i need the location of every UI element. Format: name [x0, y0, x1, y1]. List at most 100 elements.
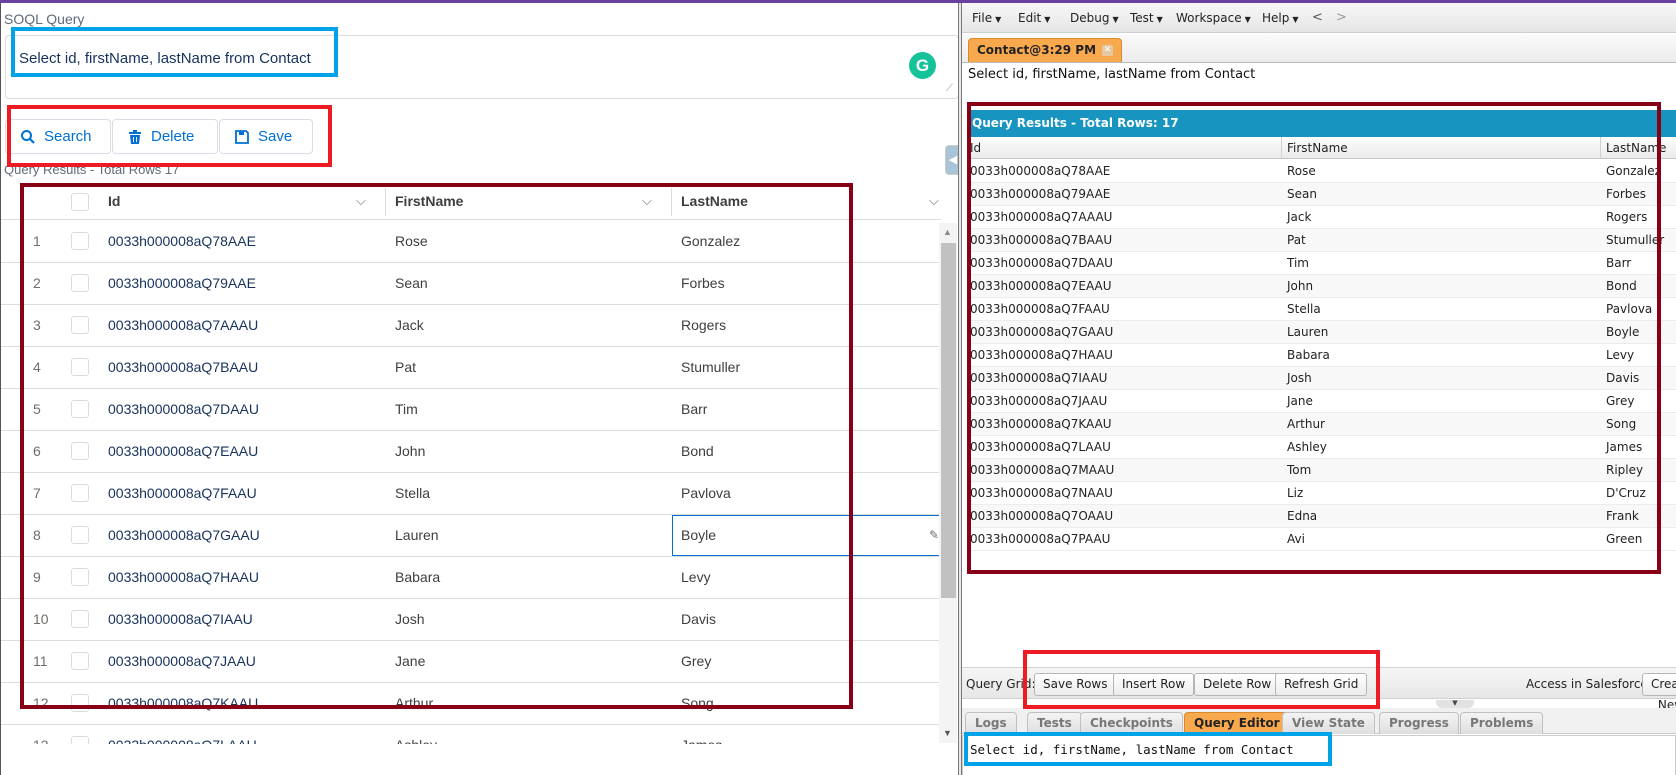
record-id-link[interactable]: 0033h000008aQ7EAAU	[108, 443, 258, 459]
menu-help[interactable]: Help ▼	[1262, 11, 1299, 25]
first-name-cell[interactable]: Ashley	[395, 737, 437, 744]
record-id-link[interactable]: 0033h000008aQ7AAAU	[108, 317, 258, 333]
nav-back-button[interactable]: <	[1312, 10, 1323, 25]
table-row[interactable]: 13 0033h000008aQ7LAAU Ashley James	[1, 725, 941, 744]
first-name-cell[interactable]: Ashley	[1287, 440, 1327, 454]
row-checkbox[interactable]	[71, 526, 89, 544]
row-checkbox[interactable]	[71, 442, 89, 460]
create-new-button[interactable]: Create New	[1642, 673, 1676, 712]
table-row[interactable]: 0033h000008aQ7NAAU Liz D'Cruz	[968, 482, 1676, 505]
chevron-down-icon[interactable]: ⌵	[642, 193, 652, 209]
first-name-cell[interactable]: Jack	[1287, 210, 1311, 224]
table-row[interactable]: 0033h000008aQ7IAAU Josh Davis	[968, 367, 1676, 390]
select-all-checkbox[interactable]	[71, 193, 89, 211]
resize-handle-icon[interactable]: ⟋	[946, 84, 956, 94]
table-row[interactable]: 0033h000008aQ7PAAU Avi Green	[968, 528, 1676, 551]
tab-query-editor[interactable]: Query Editor	[1184, 712, 1290, 734]
record-id-link[interactable]: 0033h000008aQ7FAAU	[108, 485, 257, 501]
row-checkbox[interactable]	[71, 610, 89, 628]
column-divider[interactable]	[1600, 137, 1601, 159]
first-name-cell[interactable]: Jane	[1287, 394, 1313, 408]
record-id-cell[interactable]: 0033h000008aQ7GAAU	[970, 325, 1113, 339]
first-name-cell[interactable]: Rose	[1287, 164, 1316, 178]
last-name-cell[interactable]: Stumuller	[681, 359, 740, 375]
first-name-cell[interactable]: Edna	[1287, 509, 1317, 523]
tab-checkpoints[interactable]: Checkpoints	[1080, 712, 1183, 734]
record-id-cell[interactable]: 0033h000008aQ79AAE	[970, 187, 1110, 201]
record-id-link[interactable]: 0033h000008aQ7JAAU	[108, 653, 256, 669]
chevron-down-icon[interactable]: ⌵	[356, 193, 366, 209]
record-id-cell[interactable]: 0033h000008aQ7BAAU	[970, 233, 1112, 247]
tab-logs[interactable]: Logs	[965, 712, 1017, 734]
record-id-link[interactable]: 0033h000008aQ7GAAU	[108, 527, 260, 543]
record-id-cell[interactable]: 0033h000008aQ7NAAU	[970, 486, 1113, 500]
nav-forward-button[interactable]: >	[1336, 10, 1347, 25]
refresh-grid-button[interactable]: Refresh Grid	[1275, 673, 1368, 696]
record-id-cell[interactable]: 0033h000008aQ7KAAU	[970, 417, 1112, 431]
first-name-cell[interactable]: Jane	[395, 653, 425, 669]
last-name-cell[interactable]: Grey	[681, 653, 711, 669]
first-name-cell[interactable]: Jack	[395, 317, 424, 333]
last-name-cell[interactable]: Stumuller	[1606, 233, 1664, 247]
row-checkbox[interactable]	[71, 568, 89, 586]
table-row[interactable]: 0033h000008aQ7OAAU Edna Frank	[968, 505, 1676, 528]
table-row[interactable]: 0033h000008aQ7FAAU Stella Pavlova	[968, 298, 1676, 321]
record-id-cell[interactable]: 0033h000008aQ7OAAU	[970, 509, 1113, 523]
delete-row-button[interactable]: Delete Row	[1194, 673, 1281, 696]
record-id-link[interactable]: 0033h000008aQ7HAAU	[108, 569, 259, 585]
first-name-cell[interactable]: Sean	[1287, 187, 1317, 201]
table-row[interactable]: 0033h000008aQ7JAAU Jane Grey	[968, 390, 1676, 413]
last-name-cell[interactable]: Forbes	[681, 275, 725, 291]
first-name-cell[interactable]: Stella	[395, 485, 430, 501]
column-header-id[interactable]: Id	[970, 141, 981, 155]
scrollbar-thumb[interactable]	[941, 243, 956, 598]
last-name-cell[interactable]: Gonzalez	[1606, 164, 1661, 178]
first-name-cell[interactable]: John	[395, 443, 425, 459]
table-row[interactable]: 6 0033h000008aQ7EAAU John Bond	[1, 431, 941, 473]
menu-file[interactable]: File ▼	[972, 11, 1001, 25]
datatable-scrollbar[interactable]: ▲ ▼	[939, 223, 957, 743]
record-id-link[interactable]: 0033h000008aQ79AAE	[108, 275, 256, 291]
record-id-link[interactable]: 0033h000008aQ7BAAU	[108, 359, 258, 375]
table-row[interactable]: 0033h000008aQ7DAAU Tim Barr	[968, 252, 1676, 275]
last-name-cell[interactable]: Rogers	[1606, 210, 1647, 224]
record-id-link[interactable]: 0033h000008aQ7LAAU	[108, 737, 257, 744]
table-row[interactable]: 0033h000008aQ7LAAU Ashley James	[968, 436, 1676, 459]
table-row[interactable]: 0033h000008aQ7HAAU Babara Levy	[968, 344, 1676, 367]
table-row[interactable]: 5 0033h000008aQ7DAAU Tim Barr	[1, 389, 941, 431]
record-id-cell[interactable]: 0033h000008aQ7EAAU	[970, 279, 1112, 293]
first-name-cell[interactable]: Avi	[1287, 532, 1305, 546]
menu-workspace[interactable]: Workspace ▼	[1176, 11, 1251, 25]
last-name-cell[interactable]: Davis	[1606, 371, 1639, 385]
scroll-down-arrow-icon[interactable]: ▼	[943, 728, 952, 738]
record-id-link[interactable]: 0033h000008aQ7KAAU	[108, 695, 258, 711]
table-row[interactable]: 0033h000008aQ7EAAU John Bond	[968, 275, 1676, 298]
first-name-cell[interactable]: Stella	[1287, 302, 1321, 316]
splitter-collapse-icon[interactable]: ▼	[1436, 700, 1474, 708]
row-checkbox[interactable]	[71, 400, 89, 418]
column-divider[interactable]	[1281, 137, 1282, 159]
edit-pencil-icon[interactable]: ✎	[929, 528, 939, 542]
last-name-cell[interactable]: Barr	[681, 401, 707, 417]
column-divider[interactable]	[385, 188, 386, 216]
first-name-cell[interactable]: Josh	[1287, 371, 1312, 385]
first-name-cell[interactable]: Babara	[395, 569, 440, 585]
delete-button[interactable]: Delete	[112, 119, 218, 154]
record-id-link[interactable]: 0033h000008aQ7DAAU	[108, 401, 259, 417]
record-id-cell[interactable]: 0033h000008aQ7DAAU	[970, 256, 1113, 270]
last-name-cell[interactable]: Rogers	[681, 317, 726, 333]
first-name-cell[interactable]: Pat	[395, 359, 416, 375]
table-row[interactable]: 10 0033h000008aQ7IAAU Josh Davis	[1, 599, 941, 641]
table-row[interactable]: 3 0033h000008aQ7AAAU Jack Rogers	[1, 305, 941, 347]
menu-test[interactable]: Test ▼	[1130, 11, 1163, 25]
column-header-lastname[interactable]: LastName	[681, 193, 748, 209]
record-id-cell[interactable]: 0033h000008aQ7IAAU	[970, 371, 1107, 385]
last-name-cell[interactable]: Pavlova	[1606, 302, 1652, 316]
row-checkbox[interactable]	[71, 232, 89, 250]
table-row[interactable]: 0033h000008aQ7KAAU Arthur Song	[968, 413, 1676, 436]
tab-problems[interactable]: Problems	[1460, 712, 1544, 734]
last-name-cell[interactable]: Song	[681, 695, 714, 711]
first-name-cell[interactable]: Josh	[395, 611, 425, 627]
first-name-cell[interactable]: Lauren	[1287, 325, 1328, 339]
save-button[interactable]: Save	[219, 119, 313, 154]
